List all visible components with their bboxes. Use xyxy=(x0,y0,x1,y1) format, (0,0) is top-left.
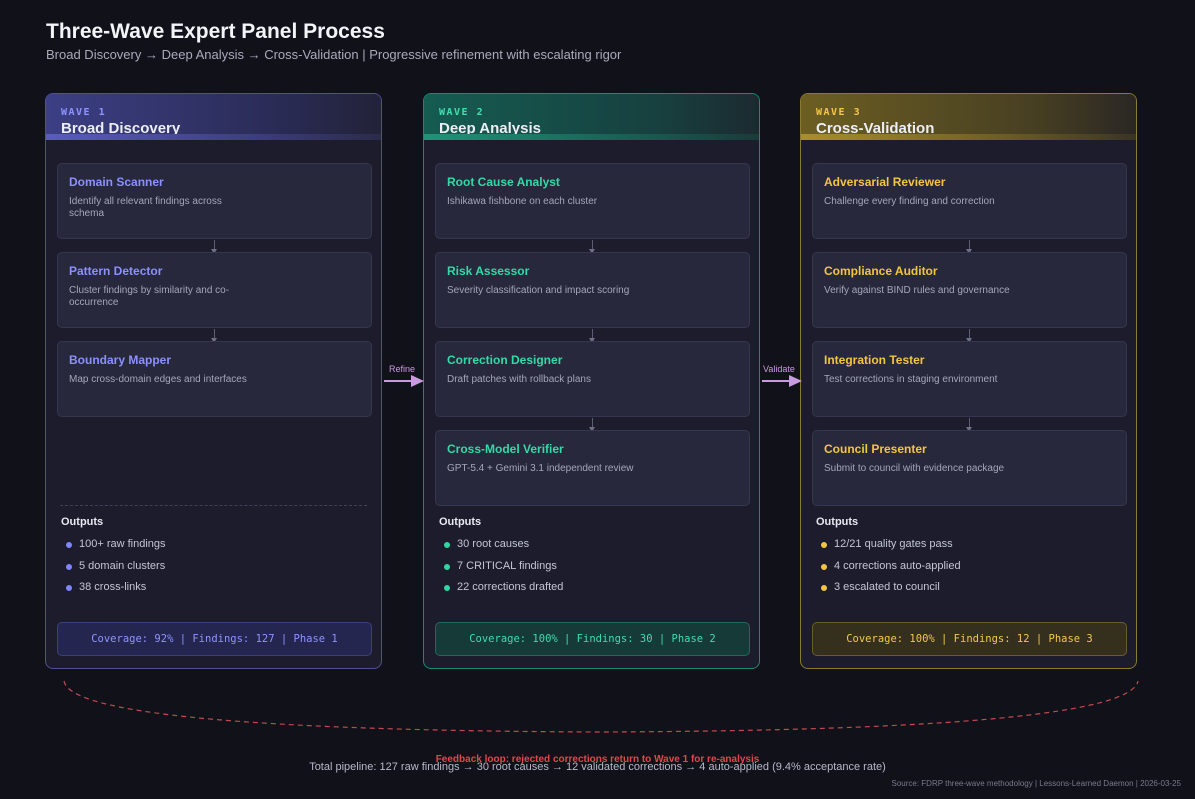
output-item: 30 root causes xyxy=(444,538,563,560)
expert-card-compliance-auditor: Compliance Auditor Verify against BIND r… xyxy=(812,252,1127,328)
bullet-dot-icon xyxy=(66,585,72,591)
outputs-heading: Outputs xyxy=(439,516,482,528)
expert-desc: Cluster findings by similarity and co-oc… xyxy=(69,285,230,308)
connector-arrow-icon xyxy=(966,329,972,343)
expert-title: Cross-Model Verifier xyxy=(447,442,564,456)
connector-arrow-icon xyxy=(211,329,217,343)
expert-card-pattern-detector: Pattern Detector Cluster findings by sim… xyxy=(57,252,372,328)
output-item: 100+ raw findings xyxy=(66,538,166,560)
coverage-badge: Coverage: 92% | Findings: 127 | Phase 1 xyxy=(57,622,372,656)
bullet-dot-icon xyxy=(444,585,450,591)
expert-desc: Verify against BIND rules and governance xyxy=(824,285,1010,296)
expert-title: Root Cause Analyst xyxy=(447,175,560,189)
expert-title: Pattern Detector xyxy=(69,264,163,278)
output-item: 3 escalated to council xyxy=(821,581,961,603)
wave-3-panel: WAVE 3 Cross-Validation Adversarial Revi… xyxy=(800,93,1137,669)
expert-card-risk-assessor: Risk Assessor Severity classification an… xyxy=(435,252,750,328)
expert-title: Integration Tester xyxy=(824,353,925,367)
coverage-badge: Coverage: 100% | Findings: 30 | Phase 2 xyxy=(435,622,750,656)
outputs-list: 30 root causes 7 CRITICAL findings 22 co… xyxy=(444,538,563,603)
output-item: 4 corrections auto-applied xyxy=(821,560,961,582)
outputs-heading: Outputs xyxy=(61,516,104,528)
expert-desc: Identify all relevant findings across sc… xyxy=(69,196,222,219)
expert-card-cross-model-verifier: Cross-Model Verifier GPT-5.4 + Gemini 3.… xyxy=(435,430,750,506)
page-subtitle: Broad Discovery → Deep Analysis → Cross-… xyxy=(46,47,622,62)
expert-desc: Submit to council with evidence package xyxy=(824,463,1005,474)
wave-3-label: WAVE 3 xyxy=(816,107,862,118)
connector-arrow-icon xyxy=(589,418,595,432)
connector-arrow-icon xyxy=(966,240,972,254)
output-item: 7 CRITICAL findings xyxy=(444,560,563,582)
wave-2-header: WAVE 2 Deep Analysis xyxy=(424,94,759,140)
expert-card-domain-scanner: Domain Scanner Identify all relevant fin… xyxy=(57,163,372,239)
wave-3-name: Cross-Validation xyxy=(816,120,935,137)
outputs-list: 12/21 quality gates pass 4 corrections a… xyxy=(821,538,961,603)
wave-1-name: Broad Discovery xyxy=(61,120,181,137)
wave-2-panel: WAVE 2 Deep Analysis Root Cause Analyst … xyxy=(423,93,760,669)
bullet-dot-icon xyxy=(444,563,450,570)
output-item: 22 corrections drafted xyxy=(444,581,563,603)
expert-desc: Ishikawa fishbone on each cluster xyxy=(447,196,598,207)
total-pipeline-summary: Total pipeline: 127 raw findings → 30 ro… xyxy=(309,761,886,773)
source-note: Source: FDRP three-wave methodology | Le… xyxy=(891,779,1181,788)
expert-desc: Map cross-domain edges and interfaces xyxy=(69,374,247,385)
bullet-dot-icon xyxy=(821,585,827,591)
bullet-dot-icon xyxy=(66,563,72,570)
expert-title: Council Presenter xyxy=(824,442,927,456)
output-item: 12/21 quality gates pass xyxy=(821,538,961,560)
expert-title: Correction Designer xyxy=(447,353,563,367)
expert-title: Domain Scanner xyxy=(69,175,164,189)
connector-arrow-icon xyxy=(211,240,217,254)
expert-title: Boundary Mapper xyxy=(69,353,172,367)
bullet-dot-icon xyxy=(444,542,450,548)
output-item: 5 domain clusters xyxy=(66,560,166,582)
expert-card-boundary-mapper: Boundary Mapper Map cross-domain edges a… xyxy=(57,341,372,417)
bullet-dot-icon xyxy=(821,563,827,570)
arrow-right-icon xyxy=(384,375,424,387)
outputs-divider xyxy=(60,505,367,506)
expert-desc: Draft patches with rollback plans xyxy=(447,374,591,385)
connector-arrow-icon xyxy=(589,240,595,254)
wave-1-panel: WAVE 1 Broad Discovery Domain Scanner Id… xyxy=(45,93,382,669)
expert-title: Compliance Auditor xyxy=(824,264,938,278)
expert-title: Adversarial Reviewer xyxy=(824,175,946,189)
expert-desc: Severity classification and impact scori… xyxy=(447,285,630,296)
arrow-right-icon xyxy=(762,375,802,387)
wave-2-name: Deep Analysis xyxy=(439,120,541,137)
connector-arrow-icon xyxy=(966,418,972,432)
expert-card-correction-designer: Correction Designer Draft patches with r… xyxy=(435,341,750,417)
expert-card-adversarial-reviewer: Adversarial Reviewer Challenge every fin… xyxy=(812,163,1127,239)
bullet-dot-icon xyxy=(821,542,827,548)
output-item: 38 cross-links xyxy=(66,581,166,603)
connector-arrow-icon xyxy=(589,329,595,343)
expert-card-council-presenter: Council Presenter Submit to council with… xyxy=(812,430,1127,506)
outputs-list: 100+ raw findings 5 domain clusters 38 c… xyxy=(66,538,166,603)
expert-desc: Test corrections in staging environment xyxy=(824,374,998,385)
wave-3-header: WAVE 3 Cross-Validation xyxy=(801,94,1136,140)
wave-1-header: WAVE 1 Broad Discovery xyxy=(46,94,381,140)
expert-card-root-cause-analyst: Root Cause Analyst Ishikawa fishbone on … xyxy=(435,163,750,239)
outputs-heading: Outputs xyxy=(816,516,859,528)
page-title: Three-Wave Expert Panel Process xyxy=(46,20,385,43)
expert-card-integration-tester: Integration Tester Test corrections in s… xyxy=(812,341,1127,417)
wave-2-label: WAVE 2 xyxy=(439,107,485,118)
expert-desc: GPT-5.4 + Gemini 3.1 independent review xyxy=(447,463,634,474)
expert-title: Risk Assessor xyxy=(447,264,530,278)
wave-1-label: WAVE 1 xyxy=(61,107,107,118)
bullet-dot-icon xyxy=(66,542,72,548)
expert-desc: Challenge every finding and correction xyxy=(824,196,995,207)
coverage-badge: Coverage: 100% | Findings: 12 | Phase 3 xyxy=(812,622,1127,656)
